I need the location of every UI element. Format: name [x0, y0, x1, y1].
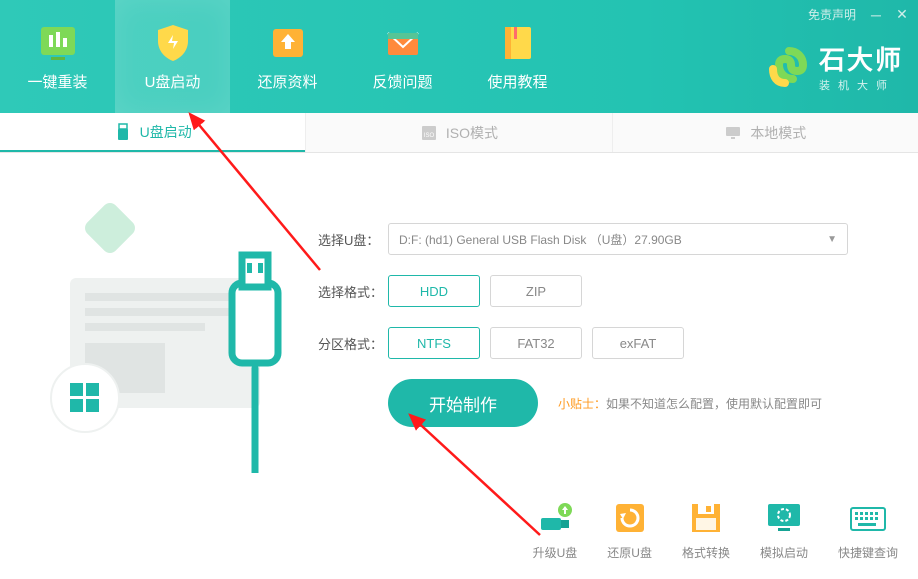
tip-text: 如果不知道怎么配置，使用默认配置即可: [606, 397, 822, 411]
tab-iso[interactable]: ISO ISO模式: [305, 113, 611, 152]
chart-icon: [37, 21, 79, 63]
usb-select-value: D:F: (hd1) General USB Flash Disk （U盘）27…: [399, 231, 682, 248]
tool-label: 升级U盘: [533, 544, 578, 561]
partition-exfat[interactable]: exFAT: [592, 327, 684, 359]
tab-usb-boot[interactable]: U盘启动: [0, 113, 305, 152]
book-icon: [497, 21, 539, 63]
main-panel: 选择U盘： D:F: (hd1) General USB Flash Disk …: [0, 153, 918, 579]
nav-tutorial[interactable]: 使用教程: [460, 0, 575, 113]
nav-label: U盘启动: [145, 71, 201, 92]
nav-label: 反馈问题: [372, 71, 432, 92]
svg-text:ISO: ISO: [424, 133, 435, 139]
brand: 石大师 装机大师: [769, 40, 903, 93]
nav-restore[interactable]: 还原资料: [230, 0, 345, 113]
floppy-icon: [686, 500, 726, 536]
minimize-button[interactable]: ─: [870, 9, 882, 21]
format-zip[interactable]: ZIP: [490, 275, 582, 307]
tab-label: ISO模式: [446, 123, 498, 143]
mode-tabs: U盘启动 ISO ISO模式 本地模式: [0, 113, 918, 153]
iso-icon: ISO: [420, 124, 438, 142]
tool-label: 模拟启动: [760, 544, 808, 561]
tool-upgrade-usb[interactable]: 升级U盘: [533, 500, 578, 561]
config-form: 选择U盘： D:F: (hd1) General USB Flash Disk …: [318, 223, 878, 447]
nav-feedback[interactable]: 反馈问题: [345, 0, 460, 113]
monitor-icon: [724, 124, 742, 142]
tool-hotkey-query[interactable]: 快捷键查询: [838, 500, 898, 561]
partition-ntfs[interactable]: NTFS: [388, 327, 480, 359]
monitor-loading-icon: [764, 500, 804, 536]
format-label: 选择格式：: [318, 282, 388, 301]
tool-format-convert[interactable]: 格式转换: [682, 500, 730, 561]
tool-label: 还原U盘: [607, 544, 652, 561]
format-hdd[interactable]: HDD: [388, 275, 480, 307]
top-nav: 一键重装 U盘启动 还原资料 反馈问题 使用教程: [0, 0, 575, 113]
restore-icon: [610, 500, 650, 536]
tool-label: 快捷键查询: [838, 544, 898, 561]
partition-fat32[interactable]: FAT32: [490, 327, 582, 359]
close-button[interactable]: ✕: [896, 9, 908, 21]
brand-logo-icon: [769, 47, 809, 87]
bottom-tools: 升级U盘 还原U盘 格式转换 模拟启动 快捷键查询: [533, 500, 898, 561]
tab-label: 本地模式: [750, 123, 806, 143]
tab-local[interactable]: 本地模式: [612, 113, 918, 152]
tool-label: 格式转换: [682, 544, 730, 561]
disclaimer-link[interactable]: 免责声明: [808, 6, 856, 23]
nav-label: 一键重装: [27, 71, 87, 92]
chevron-down-icon: ▼: [827, 234, 837, 245]
window-controls: 免责声明 ─ ✕: [808, 6, 908, 23]
nav-label: 还原资料: [257, 71, 317, 92]
keyboard-icon: [848, 500, 888, 536]
nav-usb-boot[interactable]: U盘启动: [115, 0, 230, 113]
usb-select[interactable]: D:F: (hd1) General USB Flash Disk （U盘）27…: [388, 223, 848, 255]
start-create-button[interactable]: 开始制作: [388, 379, 538, 427]
tip: 小贴士：如果不知道怎么配置，使用默认配置即可: [558, 395, 822, 412]
tool-simulate-boot[interactable]: 模拟启动: [760, 500, 808, 561]
partition-label: 分区格式：: [318, 334, 388, 353]
usb-icon: [114, 123, 132, 141]
shield-icon: [152, 21, 194, 63]
nav-label: 使用教程: [487, 71, 547, 92]
tool-restore-usb[interactable]: 还原U盘: [607, 500, 652, 561]
upload-box-icon: [267, 21, 309, 63]
tab-label: U盘启动: [140, 122, 192, 142]
usb-upgrade-icon: [535, 500, 575, 536]
tip-label: 小贴士：: [558, 397, 606, 411]
brand-name: 石大师: [819, 40, 903, 77]
header-bar: 免责声明 ─ ✕ 一键重装 U盘启动 还原资料 反馈问题: [0, 0, 918, 113]
nav-reinstall[interactable]: 一键重装: [0, 0, 115, 113]
envelope-icon: [382, 21, 424, 63]
brand-subtitle: 装机大师: [819, 77, 903, 93]
usb-illustration: [30, 173, 290, 473]
select-usb-label: 选择U盘：: [318, 230, 388, 249]
